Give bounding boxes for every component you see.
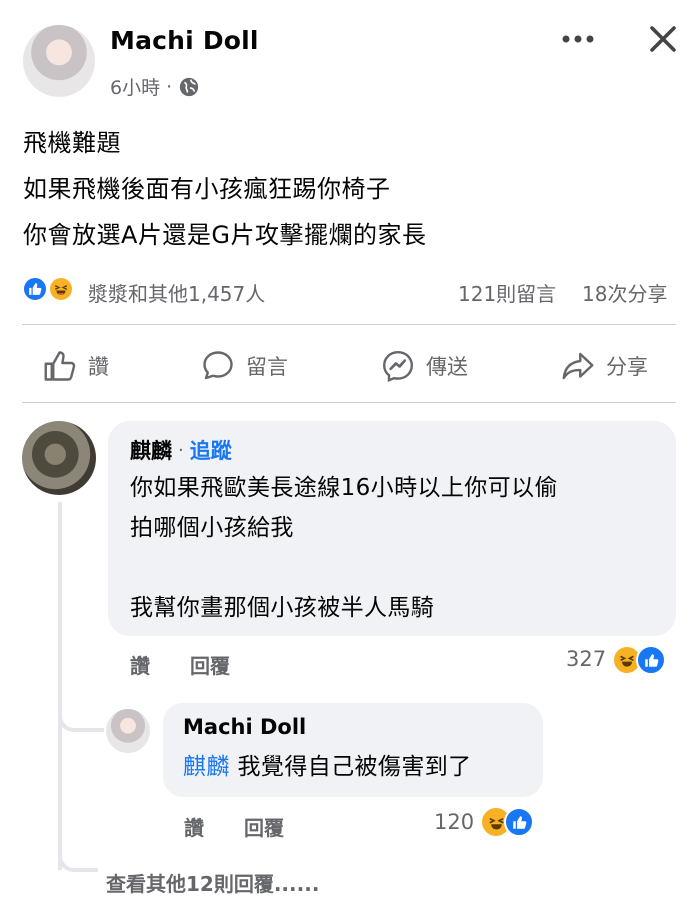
like-label: 讚 [88,355,109,379]
reaction-icons[interactable] [22,276,78,304]
reply-like-button[interactable]: 讚 [184,812,204,841]
reply-bubble: Machi Doll 麒麟 我覺得自己被傷害到了 [163,703,543,797]
view-more-replies-link[interactable]: 查看其他12則回覆...... [106,868,319,897]
comment-line: 拍哪個小孩給我 [130,515,294,541]
meta-separator: · [166,75,173,98]
follow-button[interactable]: 追蹤 [190,435,232,465]
comment-line: 你如果飛歐美長途線16小時以上你可以偷 [130,475,558,501]
reactions-summary[interactable]: 漿漿和其他1,457人 [88,278,265,307]
commenter-avatar[interactable] [22,421,96,495]
share-button[interactable]: 分享 [560,348,648,384]
post-line: 你會放選A片還是G片攻擊擺爛的家長 [23,221,427,249]
post-line: 如果飛機後面有小孩瘋狂踢你椅子 [23,175,391,203]
comment-reaction-count: 327 [566,647,607,671]
comment-reply-button[interactable]: 回覆 [190,650,230,679]
comment-bubble-icon [200,348,236,384]
like-reaction-icon [504,807,535,837]
more-horizontal-icon[interactable] [556,26,600,52]
comment-like-button[interactable]: 讚 [130,650,150,679]
comment-line: 我幫你畫那個小孩被半人馬騎 [130,595,435,621]
comment-line [130,548,558,588]
comment-reactions[interactable]: 327 [566,644,667,675]
author-avatar[interactable] [23,25,95,97]
divider [22,324,676,325]
comment-text: 你如果飛歐美長途線16小時以上你可以偷 拍哪個小孩給我 我幫你畫那個小孩被半人馬… [130,468,558,628]
thread-line [58,502,62,870]
reply-mention[interactable]: 麒麟 [183,754,230,780]
shares-count[interactable]: 18次分享 [582,278,667,307]
share-label: 分享 [606,355,648,379]
comment-button[interactable]: 留言 [200,348,288,384]
reply-author[interactable]: Machi Doll [183,715,306,739]
thread-branch [58,842,98,872]
reply-text-line: 麒麟 我覺得自己被傷害到了 [183,749,472,785]
comments-count[interactable]: 121則留言 [458,278,556,307]
globe-icon [178,76,200,98]
post-line: 飛機難題 [23,129,121,157]
post-author-name[interactable]: Machi Doll [110,26,259,55]
thumbs-up-icon [42,348,78,384]
comment-label: 留言 [246,355,288,379]
send-button[interactable]: 傳送 [380,348,468,384]
comment-separator: · [178,439,184,461]
post-meta: 6小時 · [110,73,200,100]
send-label: 傳送 [426,355,468,379]
close-icon[interactable] [644,22,682,56]
reply-reaction-count: 120 [434,810,475,834]
thread-branch [58,700,104,732]
reply-author-avatar[interactable] [106,709,150,753]
post-body: 飛機難題 如果飛機後面有小孩瘋狂踢你椅子 你會放選A片還是G片攻擊擺爛的家長 [23,120,427,258]
like-button[interactable]: 讚 [42,348,109,384]
reply-reply-button[interactable]: 回覆 [244,812,284,841]
like-reaction-icon [22,276,48,302]
divider [22,402,676,403]
comment-bubble: 麒麟 · 追蹤 你如果飛歐美長途線16小時以上你可以偷 拍哪個小孩給我 我幫你畫… [108,421,676,636]
like-reaction-icon [636,645,667,675]
reply-reactions[interactable]: 120 [434,806,535,838]
messenger-icon [380,348,416,384]
share-arrow-icon [560,348,596,384]
post-time[interactable]: 6小時 [110,73,160,100]
haha-reaction-icon [48,276,74,302]
comment-author[interactable]: 麒麟 [130,435,172,465]
reply-text: 我覺得自己被傷害到了 [237,754,472,780]
